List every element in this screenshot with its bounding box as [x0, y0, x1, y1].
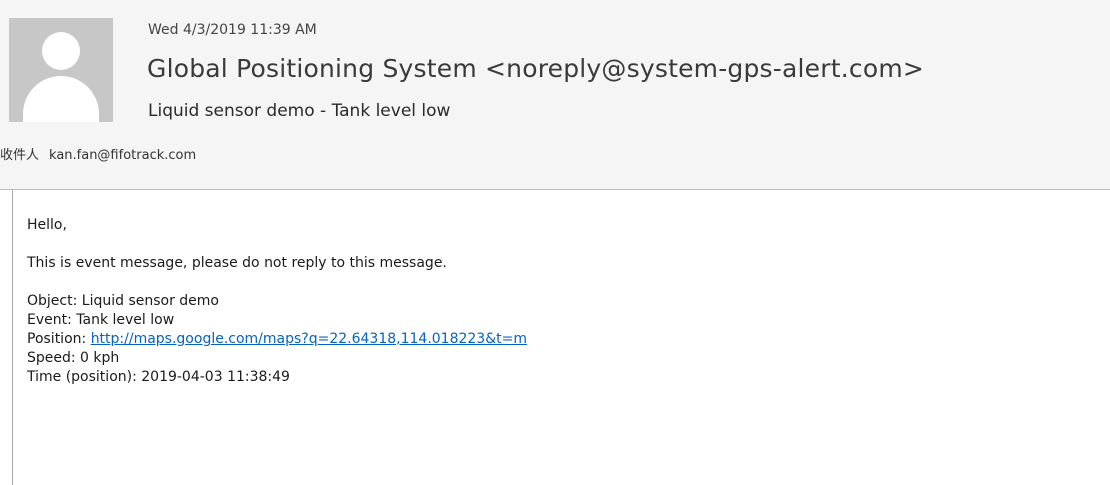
- notice-line: This is event message, please do not rep…: [27, 255, 447, 271]
- person-silhouette-icon: [42, 32, 80, 70]
- position-map-link[interactable]: http://maps.google.com/maps?q=22.64318,1…: [91, 331, 527, 347]
- position-line: Position: http://maps.google.com/maps?q=…: [27, 330, 527, 349]
- speed-line: Speed: 0 kph: [27, 350, 120, 366]
- sender-avatar[interactable]: [9, 18, 113, 122]
- time-line: Time (position): 2019-04-03 11:38:49: [27, 369, 290, 385]
- event-line: Event: Tank level low: [27, 312, 175, 328]
- greeting-line: Hello,: [27, 217, 67, 233]
- message-body-text: Hello, This is event message, please do …: [27, 216, 527, 387]
- to-label: 收件人: [0, 148, 40, 163]
- object-line: Object: Liquid sensor demo: [27, 293, 219, 309]
- sender-name[interactable]: Global Positioning System <noreply@syste…: [147, 54, 924, 83]
- position-label: Position:: [27, 331, 91, 347]
- recipient-row: 收件人 kan.fan@fifotrack.com: [0, 144, 196, 163]
- sent-date: Wed 4/3/2019 11:39 AM: [148, 22, 317, 38]
- recipient-address[interactable]: kan.fan@fifotrack.com: [49, 148, 196, 163]
- message-header: Wed 4/3/2019 11:39 AM Global Positioning…: [0, 0, 1110, 190]
- person-silhouette-shoulders: [23, 76, 99, 122]
- message-subject: Liquid sensor demo - Tank level low: [148, 101, 451, 121]
